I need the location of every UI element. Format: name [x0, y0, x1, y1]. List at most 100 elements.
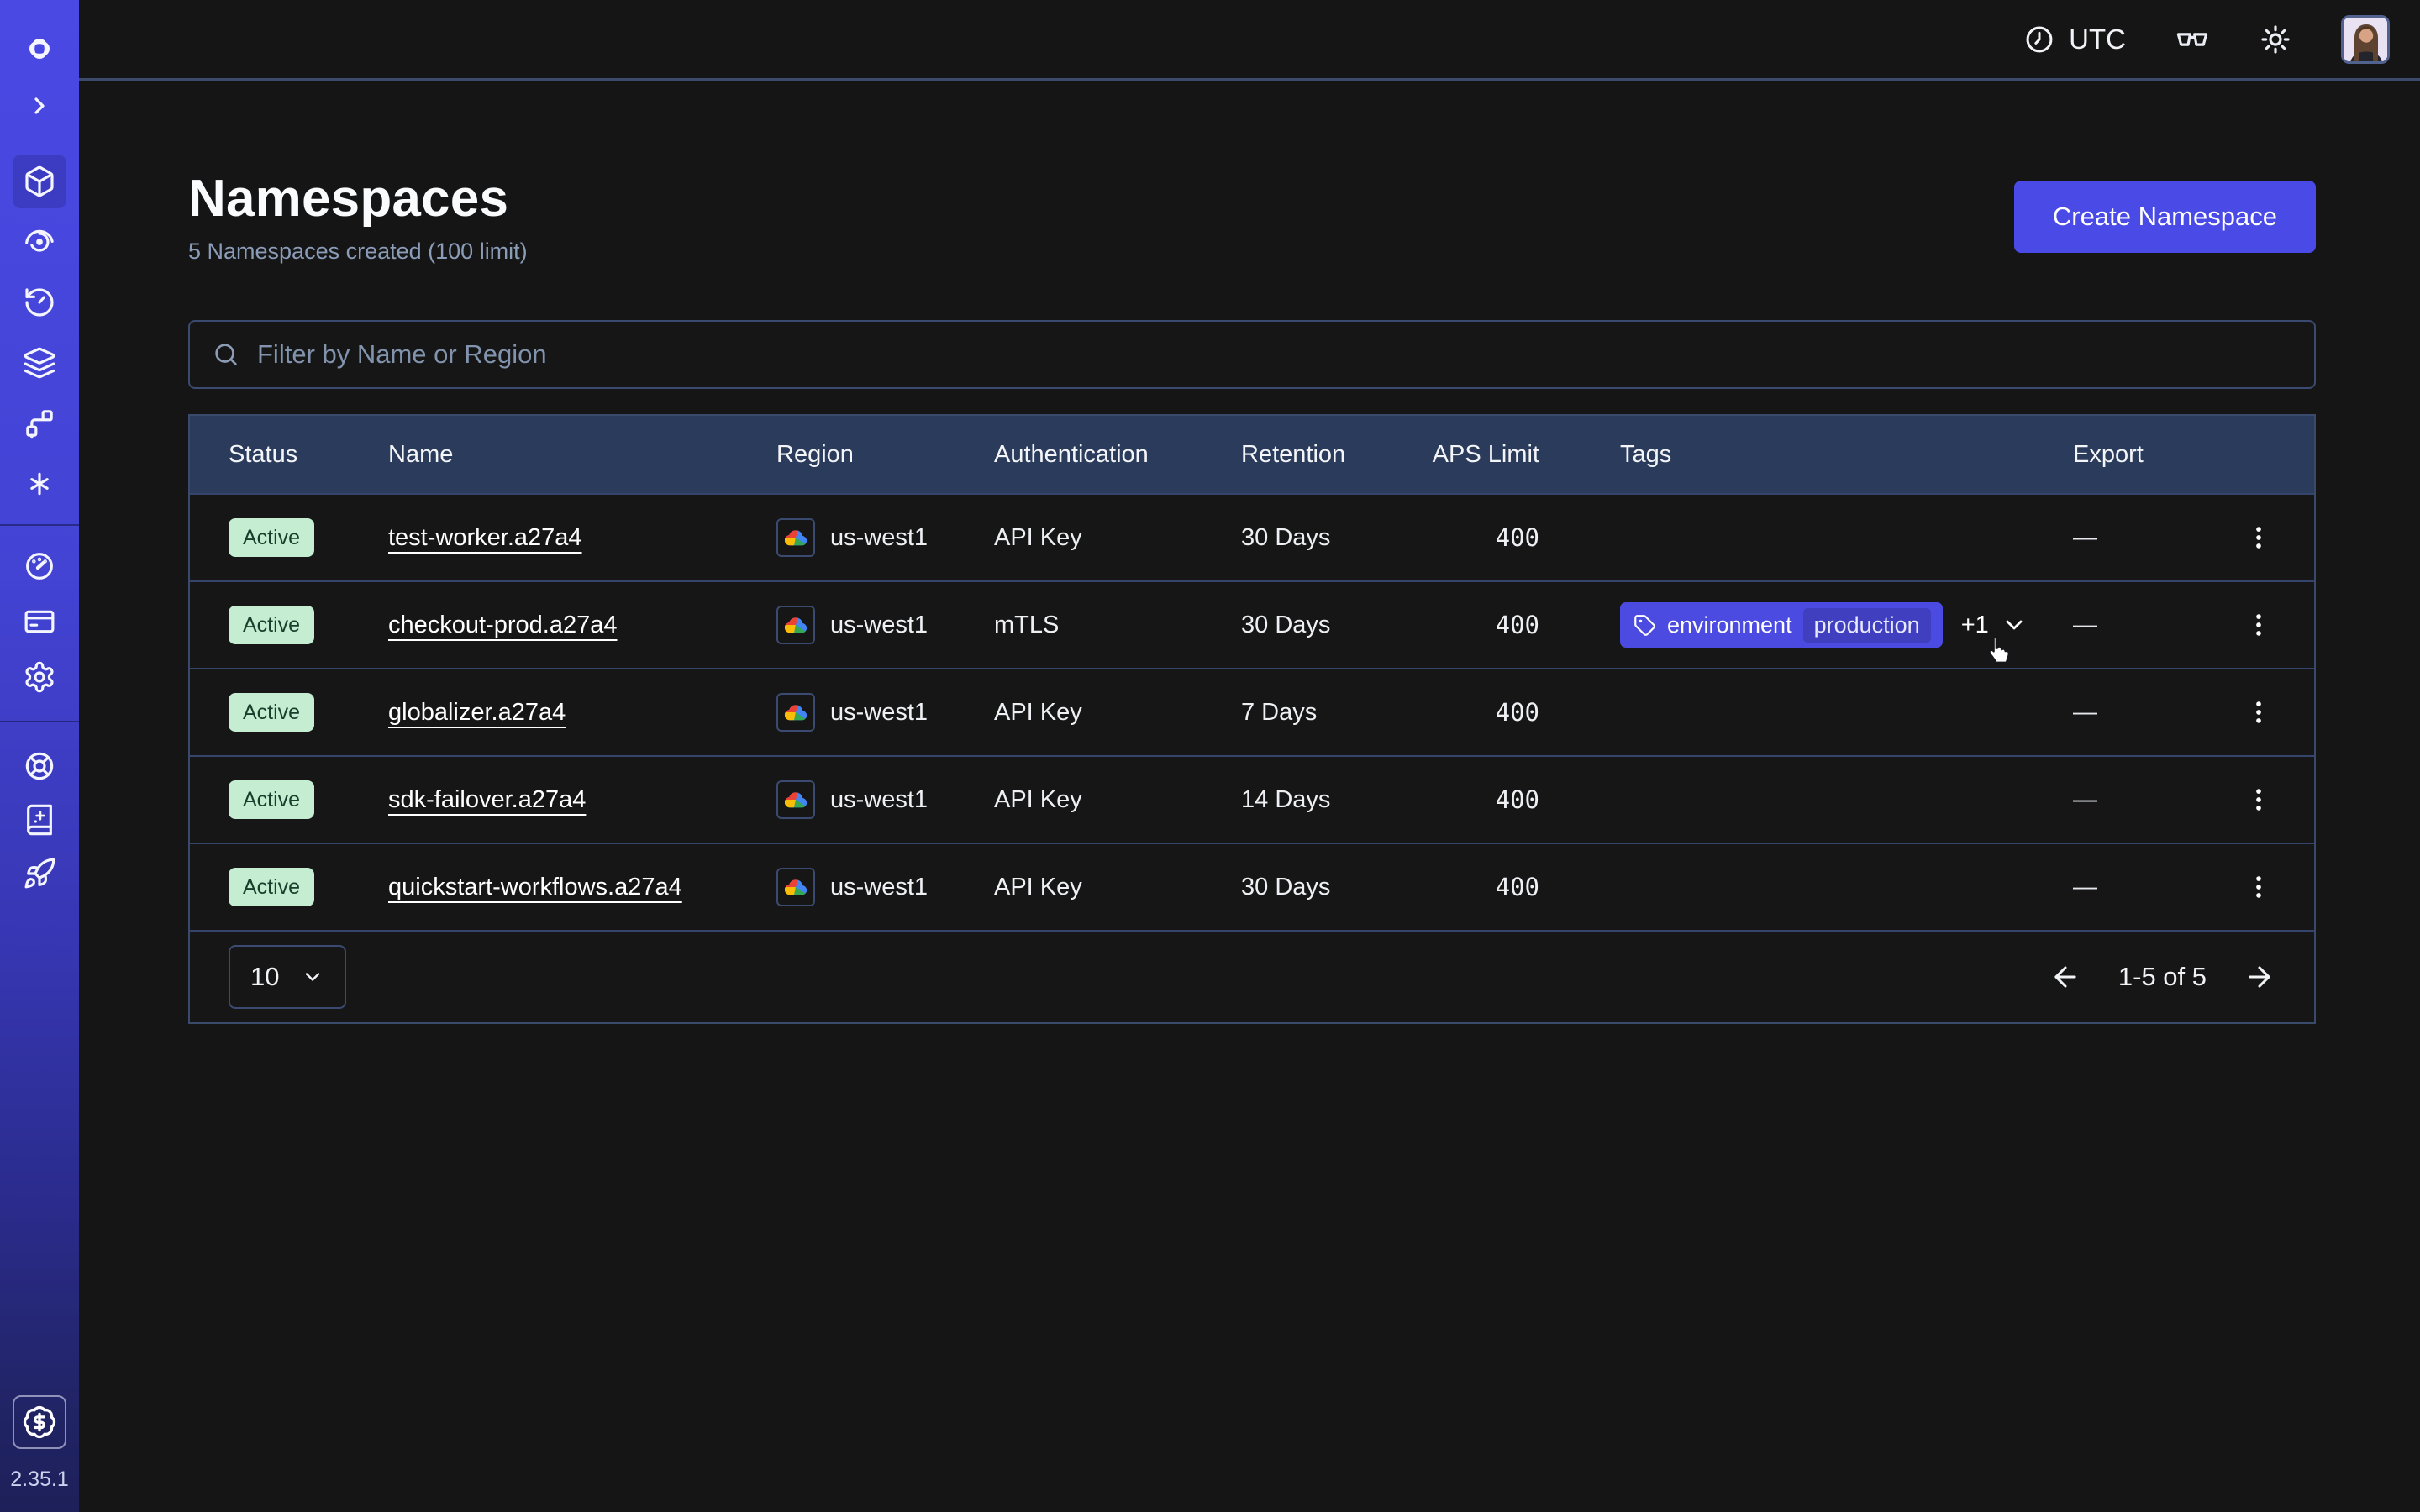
- sidebar-bottom: 2.35.1: [10, 1395, 69, 1512]
- tag-chip[interactable]: environment production: [1620, 602, 1943, 648]
- table-footer: 10 1-5 of 5: [190, 930, 2314, 1022]
- row-menu-kebab-icon[interactable]: [2244, 523, 2273, 552]
- status-badge: Active: [229, 868, 314, 907]
- col-retention: Retention: [1202, 416, 1396, 493]
- temporal-logo[interactable]: [13, 22, 66, 76]
- export-value: —: [2034, 844, 2202, 930]
- region-label: us-west1: [830, 612, 928, 639]
- gcp-icon: [776, 518, 815, 557]
- chevron-right-icon: [26, 92, 53, 119]
- sidebar: 2.35.1: [0, 0, 79, 1512]
- col-aps-limit: APS Limit: [1396, 416, 1581, 493]
- gcp-icon: [776, 868, 815, 906]
- sidebar-item-settings[interactable]: [13, 650, 66, 704]
- previous-page-button[interactable]: [2049, 961, 2081, 993]
- status-badge: Active: [229, 606, 314, 645]
- namespace-link[interactable]: checkout-prod.a27a4: [388, 612, 617, 639]
- main-content: Namespaces 5 Namespaces created (100 lim…: [79, 83, 2420, 1512]
- user-avatar[interactable]: [2341, 15, 2390, 64]
- auth-label: mTLS: [955, 582, 1202, 668]
- filter-input[interactable]: [257, 339, 2292, 370]
- gcp-icon: [776, 606, 815, 644]
- iris-icon: [23, 225, 56, 259]
- topbar: UTC: [79, 0, 2420, 81]
- tags-cell: [1581, 844, 2034, 930]
- namespace-link[interactable]: sdk-failover.a27a4: [388, 786, 586, 814]
- col-export: Export: [2034, 416, 2202, 493]
- workflow-branch-icon: [23, 407, 56, 440]
- sidebar-item-docs[interactable]: [13, 793, 66, 847]
- tag-icon: [1634, 614, 1656, 637]
- gcp-icon: [776, 693, 815, 732]
- namespace-link[interactable]: globalizer.a27a4: [388, 699, 566, 727]
- theme-toggle-button[interactable]: [2259, 23, 2292, 56]
- timezone-label: UTC: [2069, 24, 2126, 55]
- sidebar-item-namespaces[interactable]: [13, 155, 66, 208]
- col-name: Name: [350, 416, 738, 493]
- retention-label: 30 Days: [1202, 844, 1396, 930]
- sidebar-item-nexus[interactable]: [13, 457, 66, 511]
- gcp-icon: [776, 780, 815, 819]
- namespace-link[interactable]: quickstart-workflows.a27a4: [388, 874, 682, 901]
- aps-value: 400: [1396, 669, 1581, 755]
- tag-value: production: [1803, 608, 1931, 643]
- page-subtitle: 5 Namespaces created (100 limit): [188, 239, 528, 265]
- page-title: Namespaces: [188, 169, 528, 228]
- tags-cell: [1581, 495, 2034, 580]
- sidebar-nav-primary: [13, 155, 66, 511]
- namespace-link[interactable]: test-worker.a27a4: [388, 524, 582, 552]
- create-namespace-button[interactable]: Create Namespace: [2014, 181, 2316, 253]
- export-value: —: [2034, 757, 2202, 843]
- tag-expand-chevron-icon[interactable]: [2001, 612, 2028, 638]
- sidebar-divider: [0, 524, 79, 526]
- page-title-block: Namespaces 5 Namespaces created (100 lim…: [188, 169, 528, 265]
- app-version: 2.35.1: [10, 1467, 69, 1492]
- tags-cell: [1581, 757, 2034, 843]
- col-tags: Tags: [1581, 416, 2034, 493]
- aps-value: 400: [1396, 757, 1581, 843]
- tag-more-count: +1: [1961, 612, 1989, 639]
- row-menu-kebab-icon[interactable]: [2244, 785, 2273, 814]
- next-page-button[interactable]: [2244, 961, 2275, 993]
- rocket-icon: [23, 857, 56, 890]
- gear-icon: [23, 660, 56, 694]
- labs-toggle-button[interactable]: [2175, 22, 2210, 57]
- table-row: Active sdk-failover.a27a4 us-west1 API K…: [190, 755, 2314, 843]
- chevron-down-icon: [301, 965, 324, 989]
- row-menu-kebab-icon[interactable]: [2244, 611, 2273, 639]
- row-menu-kebab-icon[interactable]: [2244, 698, 2273, 727]
- cube-icon: [23, 165, 56, 198]
- table-row: Active quickstart-workflows.a27a4 us-wes…: [190, 843, 2314, 930]
- page-header: Namespaces 5 Namespaces created (100 lim…: [188, 169, 2316, 265]
- layers-icon: [23, 346, 56, 380]
- sidebar-item-billing[interactable]: [13, 595, 66, 648]
- sun-icon: [2259, 23, 2292, 56]
- sidebar-item-retention[interactable]: [13, 276, 66, 329]
- namespaces-table: Status Name Region Authentication Retent…: [188, 414, 2316, 1024]
- sidebar-item-getting-started[interactable]: [13, 847, 66, 900]
- region-label: us-west1: [830, 874, 928, 901]
- sidebar-item-monitor[interactable]: [13, 215, 66, 269]
- timezone-selector[interactable]: UTC: [2023, 24, 2126, 55]
- sidebar-item-layers[interactable]: [13, 336, 66, 390]
- filter-bar: [188, 320, 2316, 389]
- sidebar-expand-button[interactable]: [13, 87, 66, 124]
- sidebar-item-usage[interactable]: [13, 539, 66, 593]
- aps-value: 400: [1396, 844, 1581, 930]
- row-menu-kebab-icon[interactable]: [2244, 873, 2273, 901]
- sidebar-divider: [0, 721, 79, 722]
- glasses-icon: [2175, 22, 2210, 57]
- tags-cell: [1581, 669, 2034, 755]
- tag-key: environment: [1667, 612, 1792, 638]
- sidebar-item-workflows[interactable]: [13, 396, 66, 450]
- page-size-select[interactable]: 10: [229, 945, 346, 1009]
- credit-card-icon: [23, 605, 56, 638]
- region-label: us-west1: [830, 524, 928, 552]
- plan-billing-button[interactable]: [13, 1395, 66, 1449]
- region-label: us-west1: [830, 699, 928, 727]
- temporal-logo-icon: [19, 29, 60, 69]
- gauge-icon: [23, 549, 56, 583]
- pagination: 1-5 of 5: [2049, 961, 2275, 993]
- sidebar-item-support[interactable]: [13, 739, 66, 793]
- retention-label: 7 Days: [1202, 669, 1396, 755]
